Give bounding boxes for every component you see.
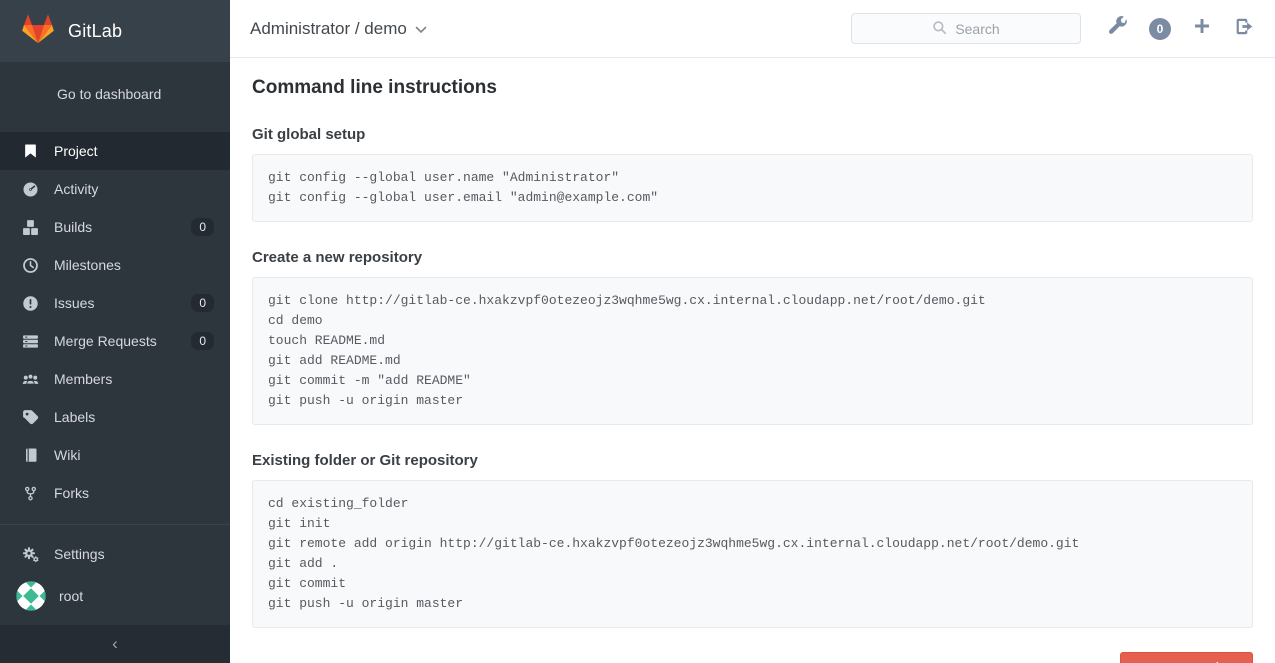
book-icon [22,447,39,464]
sidebar-item-settings[interactable]: Settings [0,535,230,573]
sidebar: GitLab Go to dashboard Project Activity [0,0,230,663]
plus-icon [1193,17,1211,40]
sidebar-item-label: Forks [54,485,214,501]
topbar-actions: Search 0 [851,13,1255,44]
code-block-existing-folder: cd existing_folder git init git remote a… [252,480,1253,628]
sidebar-item-members[interactable]: Members [0,360,230,398]
merge-requests-count-badge: 0 [191,332,214,350]
breadcrumb[interactable]: Administrator / demo [250,19,427,39]
sidebar-item-label: Settings [54,546,214,562]
users-icon [22,371,39,388]
sidebar-divider: Settings [0,524,230,619]
main-area: Administrator / demo Search [230,0,1275,663]
sidebar-item-label: Builds [54,219,176,235]
section-heading-create-new-repository: Create a new repository [252,249,1253,266]
sidebar-item-label: Wiki [54,447,214,463]
section-heading-git-global-setup: Git global setup [252,126,1253,143]
server-stack-icon [22,333,39,350]
clock-icon [22,257,39,274]
new-project-button[interactable] [1191,18,1213,40]
sidebar-item-project[interactable]: Project [0,132,230,170]
search-icon [932,20,947,38]
gitlab-tanuki-icon [22,13,54,49]
sidebar-item-label: Labels [54,409,214,425]
sidebar-brand[interactable]: GitLab [0,0,230,62]
sign-out-icon [1235,17,1254,41]
sidebar-item-labels[interactable]: Labels [0,398,230,436]
code-block-git-global-setup: git config --global user.name "Administr… [252,154,1253,222]
sidebar-item-milestones[interactable]: Milestones [0,246,230,284]
page-title: Command line instructions [252,77,1253,99]
sidebar-nav: Project Activity Builds [0,132,230,619]
sidebar-item-wiki[interactable]: Wiki [0,436,230,474]
sidebar-item-label: Merge Requests [54,333,176,349]
wrench-icon [1108,16,1128,41]
todos-count-badge[interactable]: 0 [1149,18,1171,40]
footer-actions: Remove project [252,652,1253,663]
sign-out-button[interactable] [1233,18,1255,40]
sidebar-item-label: Activity [54,181,214,197]
sidebar-collapse-button[interactable]: ‹ [0,625,230,663]
topbar: Administrator / demo Search [230,0,1275,58]
sidebar-item-merge-requests[interactable]: Merge Requests 0 [0,322,230,360]
section-heading-existing-folder: Existing folder or Git repository [252,452,1253,469]
issues-count-badge: 0 [191,294,214,312]
cubes-icon [22,219,39,236]
sidebar-item-profile[interactable]: root [0,573,230,619]
sidebar-item-issues[interactable]: Issues 0 [0,284,230,322]
sidebar-item-forks[interactable]: Forks [0,474,230,512]
chevron-down-icon [415,19,427,39]
builds-count-badge: 0 [191,218,214,236]
go-to-dashboard-link[interactable]: Go to dashboard [0,62,230,126]
code-fork-icon [22,485,39,502]
bookmark-icon [22,143,39,160]
sidebar-item-activity[interactable]: Activity [0,170,230,208]
sidebar-item-builds[interactable]: Builds 0 [0,208,230,246]
brand-name: GitLab [68,21,122,42]
sidebar-item-label: Project [54,143,214,159]
exclamation-circle-icon [22,295,39,312]
admin-area-button[interactable] [1107,18,1129,40]
sidebar-item-label: Members [54,371,214,387]
code-block-create-new-repository: git clone http://gitlab-ce.hxakzvpf0otez… [252,277,1253,425]
chevron-left-icon: ‹ [112,634,118,654]
search-input[interactable]: Search [851,13,1081,44]
todos-count: 0 [1157,22,1164,36]
page-content: Command line instructions Git global set… [230,58,1275,663]
dashboard-icon [22,181,39,198]
remove-project-button[interactable]: Remove project [1120,652,1253,663]
sidebar-item-label: Issues [54,295,176,311]
profile-username: root [59,588,214,604]
tag-icon [22,409,39,426]
identicon-avatar [16,581,46,611]
sidebar-item-label: Milestones [54,257,214,273]
gears-icon [22,546,39,563]
search-placeholder: Search [955,21,999,37]
breadcrumb-text: Administrator / demo [250,19,407,39]
